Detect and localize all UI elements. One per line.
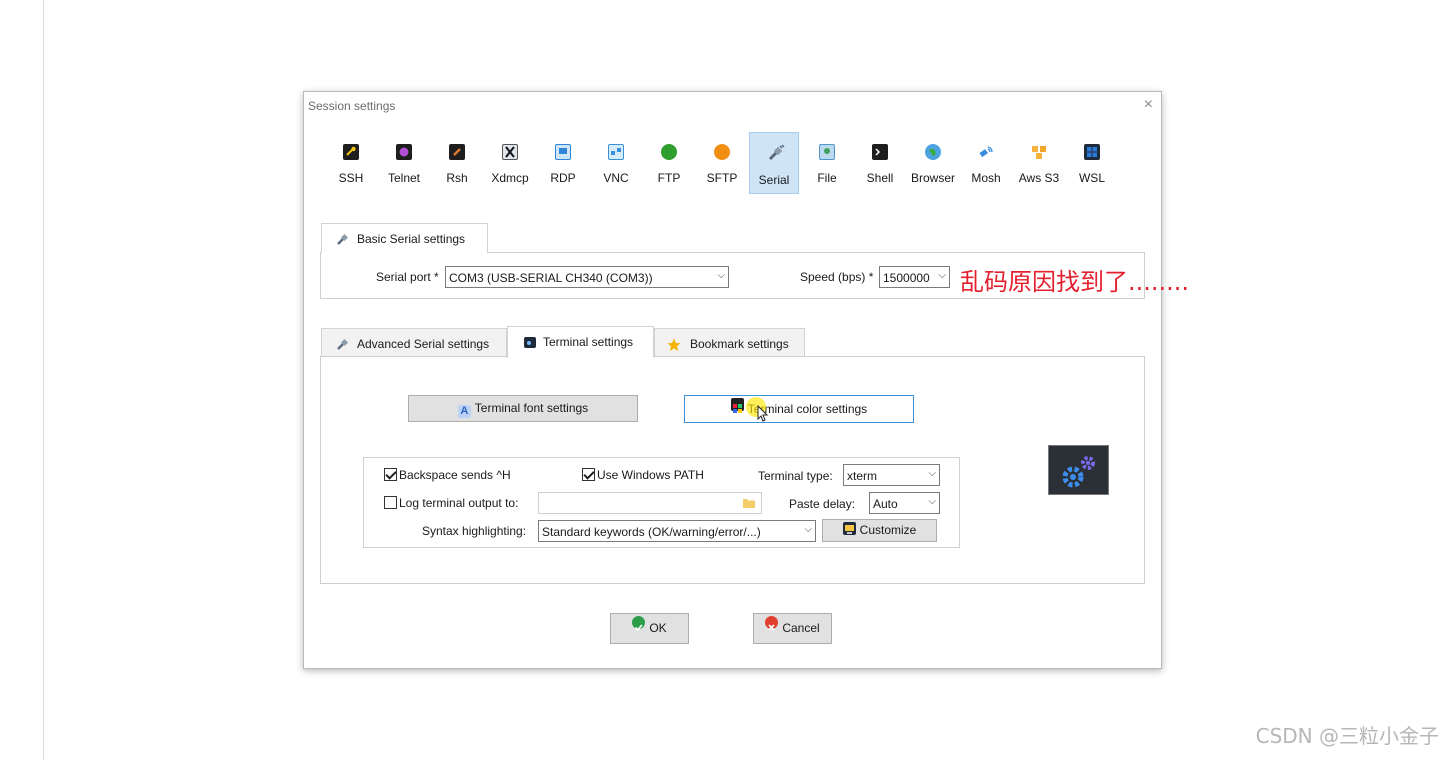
telnet-icon bbox=[396, 144, 412, 160]
session-type-telnet[interactable]: Telnet bbox=[379, 132, 429, 194]
globe-green-icon bbox=[661, 144, 677, 160]
customize-button[interactable]: Customize bbox=[822, 519, 937, 542]
session-type-shell[interactable]: Shell bbox=[855, 132, 905, 194]
terminal-color-settings-button[interactable]: Terminal color settings bbox=[684, 395, 914, 423]
ok-button[interactable]: OK bbox=[610, 613, 689, 644]
session-type-ssh[interactable]: SSH bbox=[326, 132, 376, 194]
session-type-ftp[interactable]: FTP bbox=[644, 132, 694, 194]
terminal-settings-panel: A Terminal font settings Terminal color s… bbox=[320, 356, 1145, 584]
vnc-icon bbox=[608, 144, 624, 160]
session-type-mosh[interactable]: Mosh bbox=[961, 132, 1011, 194]
checkbox-checked-icon bbox=[582, 468, 595, 481]
check-circle-icon bbox=[632, 616, 646, 632]
terminal-type-label: Terminal type: bbox=[758, 469, 833, 483]
session-type-xdmcp[interactable]: Xdmcp bbox=[485, 132, 535, 194]
rsh-icon bbox=[449, 144, 465, 160]
session-type-serial[interactable]: Serial bbox=[749, 132, 799, 194]
session-type-aws-s3[interactable]: Aws S3 bbox=[1014, 132, 1064, 194]
mouse-pointer-icon bbox=[757, 405, 769, 422]
csdn-watermark: CSDN @三粒小金子 bbox=[1255, 724, 1439, 748]
dialog-title: Session settings bbox=[308, 99, 396, 113]
session-type-file[interactable]: File bbox=[802, 132, 852, 194]
terminal-font-settings-button[interactable]: A Terminal font settings bbox=[408, 395, 638, 422]
cancel-circle-icon bbox=[765, 616, 779, 631]
annotation-text: 乱码原因找到了........ bbox=[960, 268, 1190, 296]
chevron-down-icon: ⌵ bbox=[928, 496, 936, 507]
tab-advanced-serial-settings[interactable]: Advanced Serial settings bbox=[321, 328, 507, 358]
tab-bookmark-settings[interactable]: Bookmark settings bbox=[654, 328, 805, 358]
syntax-highlighting-select[interactable]: Standard keywords (OK/warning/error/...)… bbox=[538, 520, 816, 542]
session-type-rdp[interactable]: RDP bbox=[538, 132, 588, 194]
chevron-down-icon: ⌵ bbox=[804, 524, 812, 535]
serial-plug-icon bbox=[767, 144, 785, 161]
close-icon[interactable]: × bbox=[1144, 95, 1153, 115]
session-type-sftp[interactable]: SFTP bbox=[697, 132, 747, 194]
paste-delay-select[interactable]: Auto ⌵ bbox=[869, 492, 940, 514]
key-icon bbox=[343, 144, 359, 160]
speed-select[interactable]: 1500000 ⌵ bbox=[879, 266, 950, 288]
font-a-icon: A bbox=[457, 405, 471, 418]
syntax-highlighting-label: Syntax highlighting: bbox=[422, 524, 527, 538]
shell-prompt-icon bbox=[872, 144, 888, 160]
backspace-sends-h-checkbox[interactable]: Backspace sends ^H bbox=[384, 468, 511, 482]
session-settings-dialog: Session settings × SSH Telnet Rsh Xdmcp … bbox=[303, 91, 1162, 669]
terminal-icon bbox=[524, 337, 536, 348]
cancel-button[interactable]: Cancel bbox=[753, 613, 832, 644]
page-divider bbox=[43, 0, 44, 760]
gears-icon bbox=[1048, 445, 1109, 495]
paste-delay-label: Paste delay: bbox=[789, 497, 856, 511]
use-windows-path-checkbox[interactable]: Use Windows PATH bbox=[582, 468, 704, 482]
folder-icon[interactable] bbox=[742, 497, 756, 509]
tab-basic-serial-settings[interactable]: Basic Serial settings bbox=[321, 223, 488, 253]
chevron-down-icon: ⌵ bbox=[938, 270, 946, 281]
windows-logo-icon bbox=[1084, 144, 1100, 160]
terminal-options-group: Backspace sends ^H Use Windows PATH Term… bbox=[363, 457, 960, 548]
x-icon bbox=[502, 144, 518, 160]
file-monitor-icon bbox=[819, 144, 835, 160]
monitor-windows-icon bbox=[555, 144, 571, 160]
speed-label: Speed (bps) * bbox=[800, 270, 874, 284]
tab-terminal-settings[interactable]: Terminal settings bbox=[507, 326, 654, 358]
star-icon bbox=[667, 338, 681, 351]
serial-plug-icon bbox=[336, 233, 349, 245]
log-output-path-input[interactable] bbox=[538, 492, 762, 514]
log-terminal-output-checkbox[interactable]: Log terminal output to: bbox=[384, 496, 518, 510]
chevron-down-icon: ⌵ bbox=[717, 270, 725, 281]
palette-icon bbox=[730, 398, 744, 413]
serial-port-select[interactable]: COM3 (USB-SERIAL CH340 (COM3)) ⌵ bbox=[445, 266, 729, 288]
customize-palette-icon bbox=[842, 522, 856, 535]
serial-plug-icon bbox=[336, 338, 349, 350]
satellite-icon bbox=[978, 144, 994, 160]
session-type-browser[interactable]: Browser bbox=[908, 132, 958, 194]
session-type-rsh[interactable]: Rsh bbox=[432, 132, 482, 194]
aws-cubes-icon bbox=[1031, 144, 1047, 160]
terminal-type-select[interactable]: xterm ⌵ bbox=[843, 464, 940, 486]
browser-globe-icon bbox=[925, 144, 941, 160]
checkbox-unchecked-icon bbox=[384, 496, 397, 509]
checkbox-checked-icon bbox=[384, 468, 397, 481]
chevron-down-icon: ⌵ bbox=[928, 468, 936, 479]
session-type-vnc[interactable]: VNC bbox=[591, 132, 641, 194]
serial-port-label: Serial port * bbox=[376, 270, 439, 284]
globe-orange-icon bbox=[714, 144, 730, 160]
session-type-wsl[interactable]: WSL bbox=[1067, 132, 1117, 194]
